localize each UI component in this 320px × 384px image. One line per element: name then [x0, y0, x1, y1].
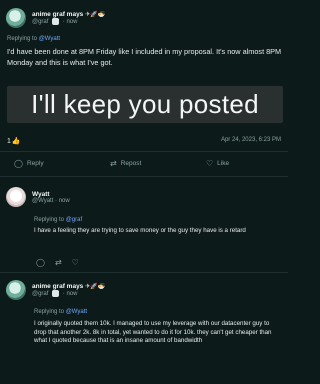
replying-label: Replying to	[34, 217, 66, 223]
replying-to: Replying to @Wyatt	[7, 36, 60, 42]
replying-to: Replying to @Wyatt	[34, 309, 87, 315]
badge-icon	[52, 17, 60, 25]
divider	[0, 176, 288, 177]
replying-label: Replying to	[34, 309, 66, 315]
post-header: anime graf mays ✈🚀🍜 @graf · now	[6, 280, 105, 300]
avatar[interactable]	[6, 187, 26, 207]
heart-icon: ♡	[206, 159, 214, 168]
badge-icon	[52, 289, 60, 297]
repost-icon[interactable]: ⇄	[55, 258, 62, 267]
like-summary: 1 👍	[7, 137, 21, 146]
post-time: now	[58, 197, 70, 204]
post-text: I have a feeling they are trying to save…	[34, 227, 246, 234]
reply-icon[interactable]: ◯	[36, 258, 45, 267]
post-image[interactable]: I'll keep you posted	[7, 86, 283, 123]
post-header: Wyatt @Wyatt · now	[6, 187, 70, 207]
author-handle[interactable]: @graf	[32, 19, 48, 25]
post-actions: ◯ ⇄ ♡	[36, 258, 79, 267]
author-name[interactable]: anime graf mays	[32, 283, 83, 290]
divider	[0, 272, 288, 273]
post-header: anime graf mays ✈🚀🍜 @graf · now	[6, 8, 105, 28]
replying-label: Replying to	[7, 36, 39, 42]
author-handle[interactable]: @Wyatt	[32, 198, 53, 204]
reply-icon: ◯	[14, 159, 23, 168]
avatar[interactable]	[6, 8, 26, 28]
replying-to-link[interactable]: @Wyatt	[39, 36, 60, 42]
replying-to-link[interactable]: @graf	[66, 217, 82, 223]
name-emoji: ✈🚀🍜	[85, 283, 106, 290]
name-emoji: ✈🚀🍜	[85, 11, 106, 18]
like-count: 1	[7, 137, 11, 145]
post-time: now	[66, 19, 78, 26]
like-button[interactable]: ♡ Like	[206, 159, 229, 168]
repost-icon: ⇄	[110, 159, 117, 168]
reply-label: Reply	[26, 160, 44, 167]
repost-label: Repost	[120, 160, 142, 167]
post-actions: ◯ Reply ⇄ Repost ♡ Like	[14, 159, 276, 168]
post-timestamp: Apr 24, 2023, 6:23 PM	[220, 137, 281, 143]
thumbs-up-icon: 👍	[11, 138, 21, 145]
divider	[0, 151, 288, 152]
repost-button[interactable]: ⇄ Repost	[110, 159, 206, 168]
reply-button[interactable]: ◯ Reply	[14, 159, 110, 168]
heart-icon[interactable]: ♡	[72, 258, 79, 267]
replying-to-link[interactable]: @Wyatt	[66, 309, 87, 315]
author-handle[interactable]: @graf	[32, 291, 48, 297]
image-caption-text: I'll keep you posted	[31, 89, 259, 119]
like-label: Like	[217, 160, 230, 167]
post-text: I originally quoted them 10k. I managed …	[34, 320, 272, 345]
author-name[interactable]: Wyatt	[32, 191, 70, 198]
avatar[interactable]	[6, 280, 26, 300]
post-text: I'd have been done at 8PM Friday like I …	[7, 47, 282, 67]
replying-to: Replying to @graf	[34, 217, 82, 223]
author-name[interactable]: anime graf mays	[32, 11, 83, 18]
post-time: now	[66, 291, 78, 298]
